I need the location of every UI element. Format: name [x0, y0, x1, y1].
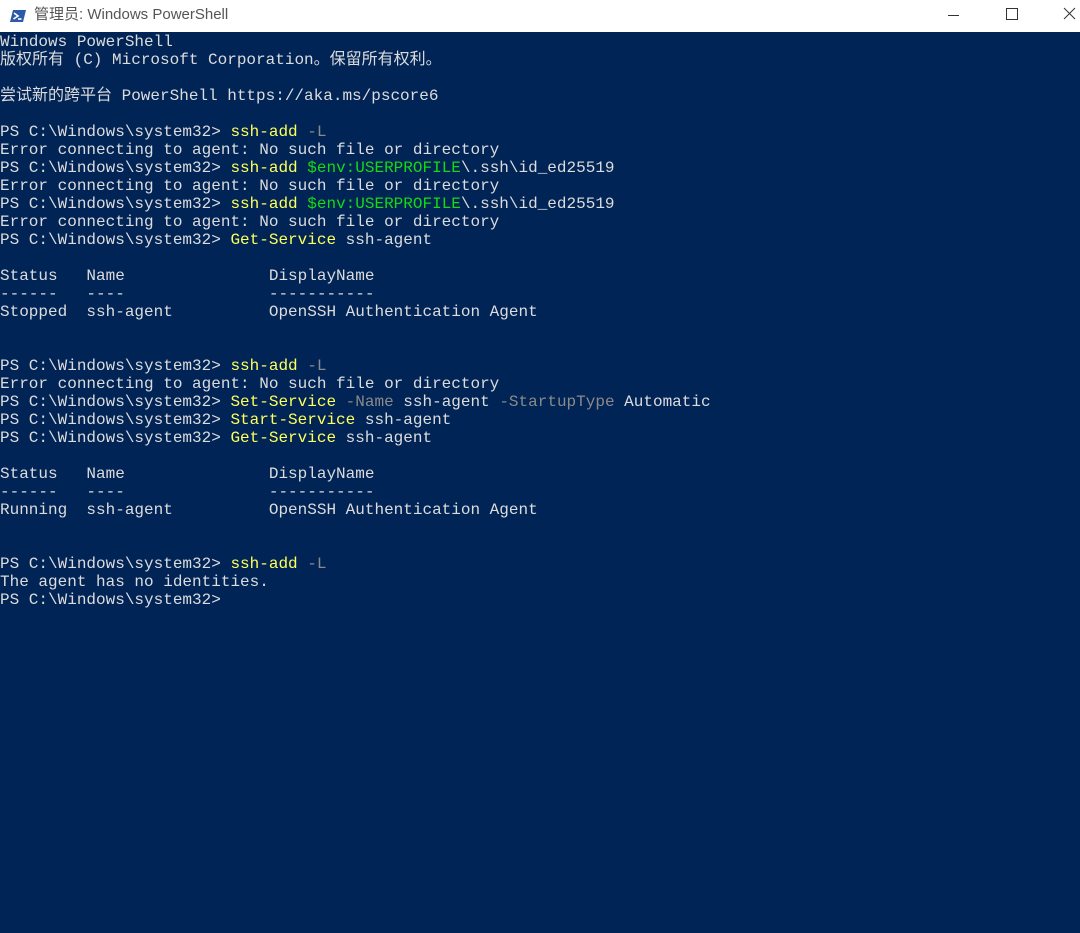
parameter: -Name — [345, 393, 394, 411]
prompt: PS C:\Windows\system32> — [0, 393, 231, 411]
prompt: PS C:\Windows\system32> — [0, 159, 231, 177]
prompt: PS C:\Windows\system32> — [0, 195, 231, 213]
prompt: PS C:\Windows\system32> — [0, 357, 231, 375]
prompt: PS C:\Windows\system32> — [0, 231, 231, 249]
parameter: -L — [307, 357, 327, 375]
argument: ssh-agent — [345, 231, 433, 249]
header-line: Windows PowerShell — [0, 33, 173, 51]
output-line: The agent has no identities. — [0, 573, 269, 591]
command-name: Set-Service — [230, 393, 337, 411]
command-line: PS C:\Windows\system32> ssh-add $env:USE… — [0, 159, 711, 177]
error-line: Error connecting to agent: No such file … — [0, 177, 500, 195]
maximize-button[interactable] — [988, 0, 1034, 32]
argument: ssh-agent — [345, 429, 433, 447]
command-name: ssh-add — [230, 357, 298, 375]
current-prompt-line[interactable]: PS C:\Windows\system32> — [0, 591, 711, 609]
argument: \.ssh\id_ed25519 — [460, 195, 615, 213]
argument: \.ssh\id_ed25519 — [460, 159, 615, 177]
command-name: Start-Service — [230, 411, 356, 429]
variable: $env:USERPROFILE — [307, 195, 461, 213]
table-row: Stopped ssh-agent OpenSSH Authentication… — [0, 303, 538, 321]
maximize-icon — [1006, 8, 1018, 20]
argument: ssh-agent — [364, 411, 452, 429]
terminal-output: Windows PowerShell 版权所有 (C) Microsoft Co… — [0, 33, 711, 609]
parameter: -L — [307, 555, 327, 573]
command-name: ssh-add — [230, 159, 298, 177]
command-name: ssh-add — [230, 123, 298, 141]
console-area[interactable]: Windows PowerShell 版权所有 (C) Microsoft Co… — [0, 32, 1080, 933]
error-line: Error connecting to agent: No such file … — [0, 141, 500, 159]
table-divider: ------ ---- ----------- — [0, 285, 375, 303]
error-line: Error connecting to agent: No such file … — [0, 375, 500, 393]
table-header: Status Name DisplayName — [0, 267, 375, 285]
close-icon — [1063, 7, 1076, 20]
command-name: ssh-add — [230, 195, 298, 213]
command-line: PS C:\Windows\system32> Get-Service ssh-… — [0, 231, 711, 249]
command-line: PS C:\Windows\system32> ssh-add -L — [0, 357, 711, 375]
command-name: ssh-add — [230, 555, 298, 573]
minimize-icon — [948, 15, 959, 16]
command-line: PS C:\Windows\system32> Start-Service ss… — [0, 411, 711, 429]
table-divider: ------ ---- ----------- — [0, 483, 375, 501]
prompt: PS C:\Windows\system32> — [0, 123, 231, 141]
error-line: Error connecting to agent: No such file … — [0, 213, 500, 231]
command-line: PS C:\Windows\system32> Set-Service -Nam… — [0, 393, 711, 411]
powershell-icon — [10, 10, 26, 22]
parameter: -StartupType — [499, 393, 615, 411]
prompt: PS C:\Windows\system32> — [0, 411, 231, 429]
prompt: PS C:\Windows\system32> — [0, 591, 231, 609]
command-name: Get-Service — [230, 429, 337, 447]
parameter: -L — [307, 123, 327, 141]
command-line: PS C:\Windows\system32> ssh-add -L — [0, 123, 711, 141]
copyright-line: 版权所有 (C) Microsoft Corporation。保留所有权利。 — [0, 51, 442, 69]
minimize-button[interactable] — [930, 0, 976, 32]
table-row: Running ssh-agent OpenSSH Authentication… — [0, 501, 538, 519]
prompt: PS C:\Windows\system32> — [0, 429, 231, 447]
table-header: Status Name DisplayName — [0, 465, 375, 483]
prompt: PS C:\Windows\system32> — [0, 555, 231, 573]
argument: Automatic — [624, 393, 711, 411]
command-line: PS C:\Windows\system32> Get-Service ssh-… — [0, 429, 711, 447]
command-line: PS C:\Windows\system32> ssh-add $env:USE… — [0, 195, 711, 213]
command-name: Get-Service — [230, 231, 337, 249]
window-title: 管理员: Windows PowerShell — [34, 6, 229, 23]
pscore-hint-line: 尝试新的跨平台 PowerShell https://aka.ms/pscore… — [0, 87, 439, 105]
close-button[interactable] — [1046, 0, 1080, 32]
argument: ssh-agent — [403, 393, 490, 411]
variable: $env:USERPROFILE — [307, 159, 461, 177]
command-line: PS C:\Windows\system32> ssh-add -L — [0, 555, 711, 573]
window-titlebar[interactable]: 管理员: Windows PowerShell — [0, 0, 1080, 32]
